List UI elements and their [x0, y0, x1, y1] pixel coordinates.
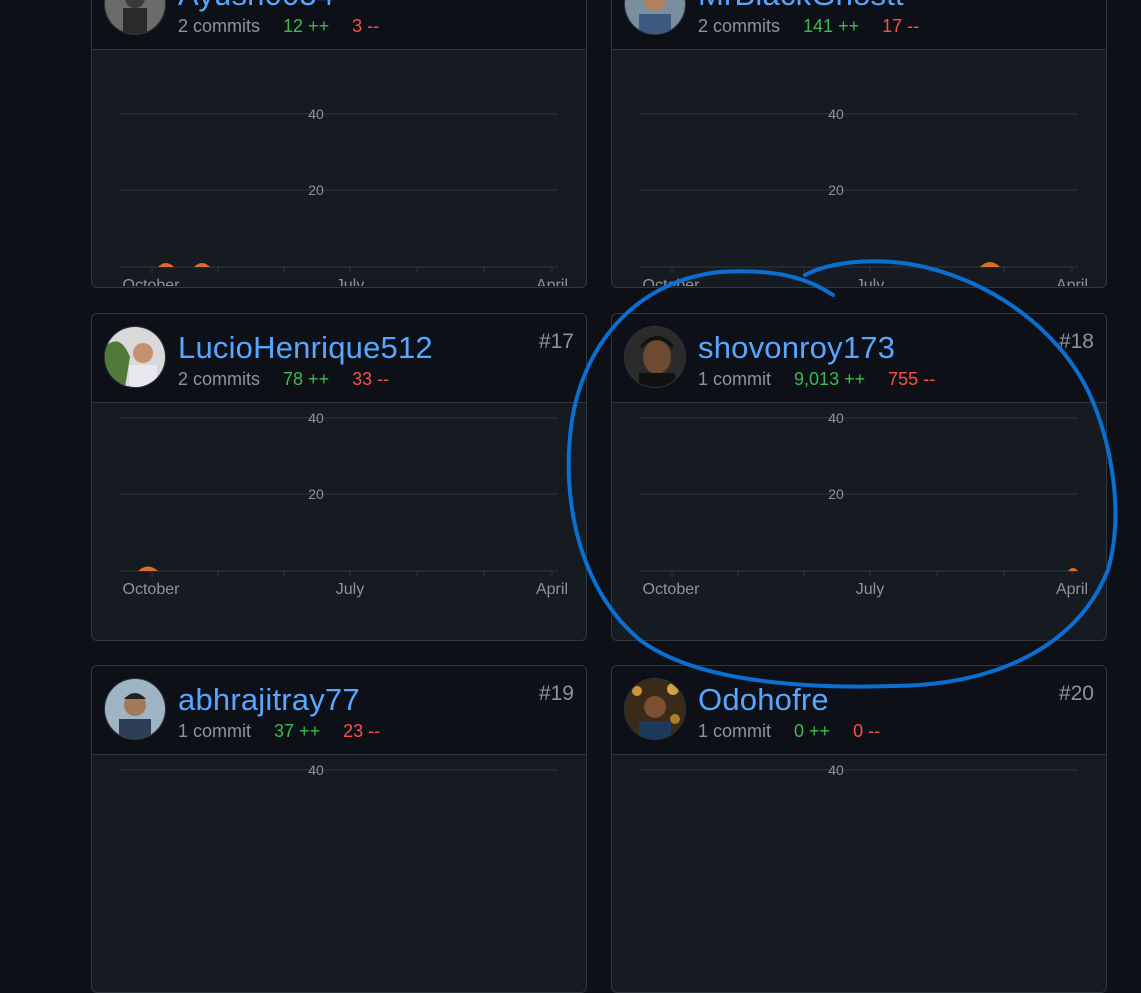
avatar[interactable] [104, 0, 166, 35]
commit-activity-chart: 40 [640, 762, 1078, 778]
x-tick-label: July [856, 581, 884, 598]
x-tick-label: July [336, 277, 364, 286]
y-tick-label: 40 [828, 762, 844, 778]
x-tick-label: April [1056, 277, 1088, 286]
additions-count: 141 ++ [803, 16, 860, 36]
avatar[interactable] [624, 0, 686, 35]
contributor-card: Odohofre 1 commit 0 ++ 0 -- #20 40 [611, 665, 1107, 993]
x-tick-label: July [336, 581, 364, 598]
deletions-count: 17 -- [882, 16, 920, 36]
deletions-count: 23 -- [343, 721, 381, 741]
contributor-header: shovonroy173 1 commit 9,013 ++ 755 -- #1… [612, 314, 1106, 403]
x-tick-label: October [123, 581, 181, 598]
contributor-stats: 1 commit 9,013 ++ 755 -- [698, 369, 935, 390]
avatar[interactable] [624, 678, 686, 740]
additions-count: 9,013 ++ [794, 369, 866, 389]
commit-count[interactable]: 2 commits [178, 369, 260, 389]
commit-activity-chart: 40 20 October July April [640, 410, 1088, 598]
additions-count: 0 ++ [794, 721, 831, 741]
contributor-header: Odohofre 1 commit 0 ++ 0 -- #20 [612, 666, 1106, 755]
username-link[interactable]: shovonroy173 [698, 330, 895, 366]
commit-activity-chart: 40 20 October July April [640, 106, 1088, 286]
commit-bump [1068, 568, 1078, 571]
rank-label: #17 [538, 330, 574, 353]
commit-bump [194, 263, 210, 267]
contributor-card: MrBlackGhostt 2 commits 141 ++ 17 -- 40 … [611, 0, 1107, 288]
username-link[interactable]: LucioHenrique512 [178, 330, 433, 366]
rank-label: #19 [538, 682, 574, 705]
commit-count[interactable]: 1 commit [698, 369, 771, 389]
x-tick-label: October [643, 277, 701, 286]
avatar[interactable] [104, 678, 166, 740]
commit-bump [138, 566, 158, 571]
y-tick-label: 20 [828, 486, 844, 502]
rank-label: #20 [1058, 682, 1094, 705]
commit-bump [980, 262, 1000, 267]
deletions-count: 755 -- [888, 369, 936, 389]
contributor-header: MrBlackGhostt 2 commits 141 ++ 17 -- [612, 0, 1106, 50]
contributor-header: abhrajitray77 1 commit 37 ++ 23 -- #19 [92, 666, 586, 755]
x-tick-label: October [643, 581, 701, 598]
commit-activity-chart: 40 20 October July April [120, 410, 568, 598]
deletions-count: 3 -- [352, 16, 380, 36]
contributor-stats: 1 commit 0 ++ 0 -- [698, 721, 880, 742]
x-tick-label: April [536, 581, 568, 598]
commit-count[interactable]: 1 commit [698, 721, 771, 741]
x-tick-label: October [123, 277, 181, 286]
y-tick-label: 20 [828, 182, 844, 198]
additions-count: 12 ++ [283, 16, 330, 36]
contributor-header: LucioHenrique512 2 commits 78 ++ 33 -- #… [92, 314, 586, 403]
commit-count[interactable]: 2 commits [698, 16, 780, 36]
x-tick-label: April [536, 277, 568, 286]
avatar[interactable] [104, 326, 166, 388]
contributor-header: Ayush0054 2 commits 12 ++ 3 -- [92, 0, 586, 50]
contributor-stats: 2 commits 78 ++ 33 -- [178, 369, 389, 390]
y-tick-label: 40 [828, 106, 844, 122]
y-tick-label: 40 [308, 410, 324, 426]
contributor-card: shovonroy173 1 commit 9,013 ++ 755 -- #1… [611, 313, 1107, 641]
additions-count: 78 ++ [283, 369, 330, 389]
rank-label: #18 [1058, 330, 1094, 353]
y-tick-label: 40 [308, 762, 324, 778]
username-link[interactable]: Odohofre [698, 682, 829, 718]
contributor-stats: 2 commits 12 ++ 3 -- [178, 16, 379, 37]
x-tick-label: July [856, 277, 884, 286]
commit-count[interactable]: 1 commit [178, 721, 251, 741]
y-tick-label: 40 [828, 410, 844, 426]
additions-count: 37 ++ [274, 721, 321, 741]
y-tick-label: 20 [308, 182, 324, 198]
commit-bump [158, 263, 174, 267]
contributor-card: Ayush0054 2 commits 12 ++ 3 -- 40 20 Oct… [91, 0, 587, 288]
y-tick-label: 40 [308, 106, 324, 122]
username-link[interactable]: MrBlackGhostt [698, 0, 904, 13]
commit-count[interactable]: 2 commits [178, 16, 260, 36]
commit-activity-chart: 40 [120, 762, 558, 778]
contributor-card: LucioHenrique512 2 commits 78 ++ 33 -- #… [91, 313, 587, 641]
commit-activity-chart: 40 20 October July April [120, 106, 568, 286]
deletions-count: 33 -- [352, 369, 390, 389]
y-tick-label: 20 [308, 486, 324, 502]
deletions-count: 0 -- [853, 721, 881, 741]
x-tick-label: April [1056, 581, 1088, 598]
contributor-stats: 1 commit 37 ++ 23 -- [178, 721, 380, 742]
username-link[interactable]: abhrajitray77 [178, 682, 360, 718]
contributor-card: abhrajitray77 1 commit 37 ++ 23 -- #19 4… [91, 665, 587, 993]
username-link[interactable]: Ayush0054 [178, 0, 334, 13]
contributor-stats: 2 commits 141 ++ 17 -- [698, 16, 919, 37]
avatar[interactable] [624, 326, 686, 388]
